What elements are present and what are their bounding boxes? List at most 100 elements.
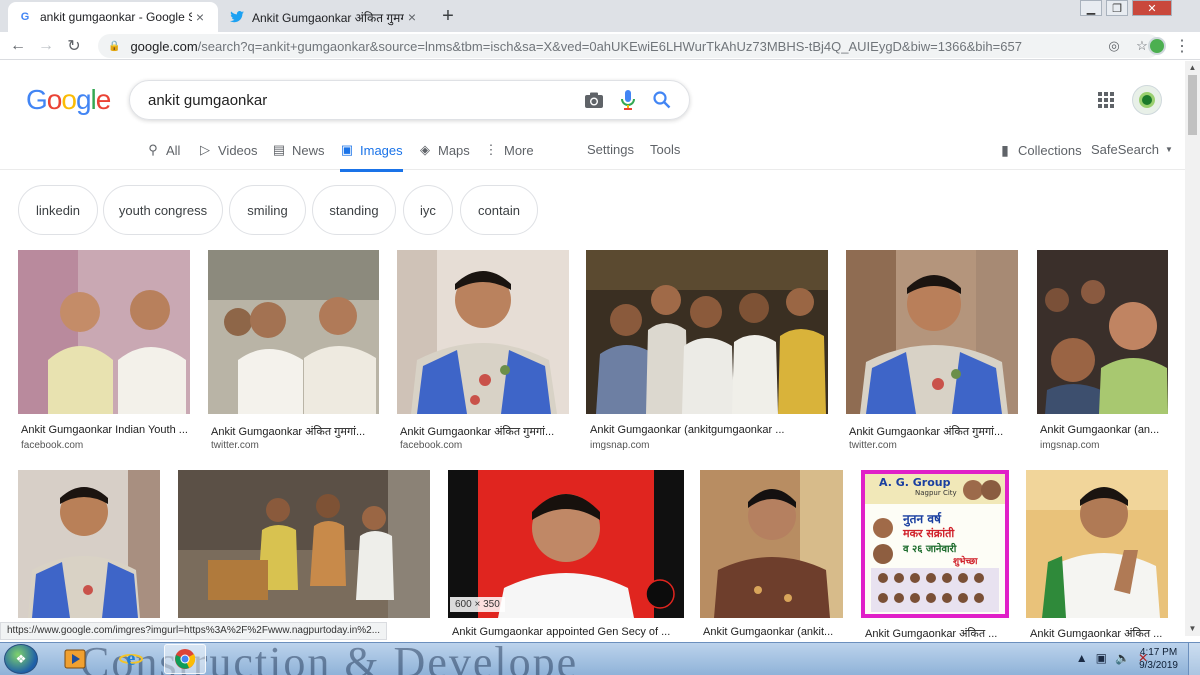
close-window-icon[interactable]: ✕ <box>1132 0 1172 16</box>
tray-arrow-icon[interactable]: ▲ <box>1076 651 1088 665</box>
close-tab-icon[interactable]: × <box>404 9 420 25</box>
back-icon[interactable]: ← <box>8 36 28 56</box>
result-thumbnail[interactable] <box>586 250 828 414</box>
apps-grid-icon[interactable] <box>1098 92 1114 108</box>
tab-all[interactable]: ⚲ All <box>146 142 180 158</box>
search-query[interactable]: ankit gumgaonkar <box>148 92 577 109</box>
location-icon[interactable]: ◎ <box>1104 38 1124 54</box>
collections-link[interactable]: ▮ Collections <box>998 142 1081 159</box>
news-icon: ▤ <box>272 142 286 157</box>
show-desktop-button[interactable] <box>1188 643 1200 675</box>
browser-toolbar: ← → ↻ 🔒 google.com/search?q=ankit+gumgao… <box>0 32 1200 60</box>
chip-youth-congress[interactable]: youth congress <box>103 185 223 235</box>
camera-icon[interactable] <box>577 92 611 109</box>
result-thumbnail[interactable] <box>1026 470 1168 618</box>
reload-icon[interactable]: ↻ <box>64 36 84 56</box>
lock-icon: 🔒 <box>108 40 121 52</box>
twitter-icon <box>230 10 244 24</box>
forward-icon[interactable]: → <box>36 36 56 56</box>
result-caption[interactable]: Ankit Gumgaonkar (ankitgumgaonkar ... <box>590 424 830 436</box>
scrollbar-thumb[interactable] <box>1188 75 1197 135</box>
wallpaper-text: Construction & Develope <box>80 638 579 675</box>
google-logo[interactable]: Google <box>26 84 111 116</box>
clock-date: 9/3/2019 <box>1139 660 1178 671</box>
new-tab-button[interactable]: + <box>436 4 460 28</box>
media-player-icon[interactable] <box>54 644 96 674</box>
result-caption[interactable]: Ankit Gumgaonkar (an... <box>1040 424 1170 436</box>
search-icon[interactable] <box>645 91 679 109</box>
poster-brand: A. G. Group <box>879 476 951 489</box>
extension-icon[interactable] <box>1148 37 1166 55</box>
action-center-icon[interactable]: ▣ <box>1096 651 1107 665</box>
bookmark-icon: ▮ <box>1001 142 1009 158</box>
chip-standing[interactable]: standing <box>312 185 396 235</box>
result-caption[interactable]: Ankit Gumgaonkar Indian Youth ... <box>21 424 189 436</box>
tab-maps[interactable]: ◈ Maps <box>418 142 470 158</box>
result-thumbnail-poster[interactable]: A. G. Group Nagpur City नुतन वर्ष मकर सं… <box>861 470 1009 618</box>
result-thumbnail[interactable] <box>448 470 684 618</box>
chip-smiling[interactable]: smiling <box>229 185 306 235</box>
chip-iyc[interactable]: iyc <box>403 185 453 235</box>
scroll-down-icon[interactable]: ▼ <box>1185 622 1200 636</box>
tab-videos[interactable]: ▷ Videos <box>198 142 258 158</box>
result-source: facebook.com <box>21 440 84 451</box>
internet-explorer-icon[interactable]: e <box>110 644 152 674</box>
result-thumbnail[interactable] <box>700 470 843 618</box>
url-text: google.com/search?q=ankit+gumgaonkar&sou… <box>130 38 1022 54</box>
safesearch-dropdown[interactable]: SafeSearch ▼ <box>1091 142 1173 157</box>
result-caption[interactable]: Ankit Gumgaonkar (ankit... <box>703 626 843 638</box>
search-icon: ⚲ <box>148 142 158 157</box>
map-icon: ◈ <box>420 142 430 157</box>
windows-start-icon[interactable]: ❖ <box>4 644 38 674</box>
result-thumbnail[interactable] <box>208 250 379 414</box>
result-thumbnail[interactable] <box>18 470 160 618</box>
tab-news[interactable]: ▤ News <box>272 142 325 158</box>
search-input[interactable]: ankit gumgaonkar <box>129 80 690 120</box>
chip-contain[interactable]: contain <box>460 185 538 235</box>
image-dimensions: 600 × 350 <box>450 597 505 612</box>
page-scrollbar[interactable]: ▲ ▼ <box>1185 61 1200 636</box>
result-caption[interactable]: Ankit Gumgaonkar अंकित ... <box>1030 626 1170 641</box>
chrome-icon[interactable] <box>164 644 206 674</box>
tab-google-search[interactable]: G ankit gumgaonkar - Google Sear × <box>8 2 218 32</box>
poster-wish: शुभेच्छा <box>953 557 978 567</box>
close-tab-icon[interactable]: × <box>192 9 208 25</box>
image-icon: ▣ <box>340 142 354 157</box>
result-source: facebook.com <box>400 440 463 451</box>
tab-images[interactable]: ▣ Images <box>340 142 403 172</box>
tab-title: ankit gumgaonkar - Google Sear <box>40 10 192 24</box>
browser-menu-icon[interactable]: ⋮ <box>1174 36 1190 56</box>
account-avatar[interactable] <box>1132 85 1162 115</box>
result-thumbnail[interactable] <box>18 250 190 414</box>
result-thumbnail[interactable] <box>397 250 569 414</box>
tab-title: Ankit Gumgaonkar अंकित गुमगांव <box>252 10 404 25</box>
taskbar-clock[interactable]: 4:17 PM 9/3/2019 <box>1139 646 1178 672</box>
chip-linkedin[interactable]: linkedin <box>18 185 98 235</box>
tab-more[interactable]: ⋮ More <box>484 142 534 158</box>
result-caption[interactable]: Ankit Gumgaonkar अंकित गुमगां... <box>849 424 1019 439</box>
tab-twitter[interactable]: Ankit Gumgaonkar अंकित गुमगांव × <box>220 2 430 32</box>
minimize-icon[interactable]: ▁ <box>1080 0 1102 16</box>
mic-icon[interactable] <box>611 90 645 110</box>
result-source: twitter.com <box>849 440 897 451</box>
result-thumbnail[interactable] <box>846 250 1018 414</box>
scroll-up-icon[interactable]: ▲ <box>1185 61 1200 75</box>
result-thumbnail[interactable] <box>1037 250 1168 414</box>
window-controls: ▁ ❐ ✕ <box>1080 0 1172 16</box>
result-caption[interactable]: Ankit Gumgaonkar अंकित गुमगां... <box>400 424 570 439</box>
clock-time: 4:17 PM <box>1139 647 1178 658</box>
result-caption[interactable]: Ankit Gumgaonkar अंकित गुमगां... <box>211 424 379 439</box>
poster-line3: व २६ जानेवारी <box>903 544 957 555</box>
address-bar[interactable]: 🔒 google.com/search?q=ankit+gumgaonkar&s… <box>98 34 1160 58</box>
system-tray: ▲ ▣ 🔈 ✕ <box>1076 651 1148 665</box>
result-source: imgsnap.com <box>590 440 650 451</box>
settings-link[interactable]: Settings <box>587 142 634 157</box>
screen: G ankit gumgaonkar - Google Sear × Ankit… <box>0 0 1200 675</box>
tools-link[interactable]: Tools <box>650 142 680 157</box>
volume-icon[interactable]: 🔈 <box>1115 651 1130 665</box>
tab-strip: G ankit gumgaonkar - Google Sear × Ankit… <box>0 0 1200 32</box>
maximize-icon[interactable]: ❐ <box>1106 0 1128 16</box>
result-thumbnail[interactable] <box>178 470 430 618</box>
result-caption[interactable]: Ankit Gumgaonkar अंकित ... <box>865 626 1005 641</box>
result-source: twitter.com <box>211 440 259 451</box>
